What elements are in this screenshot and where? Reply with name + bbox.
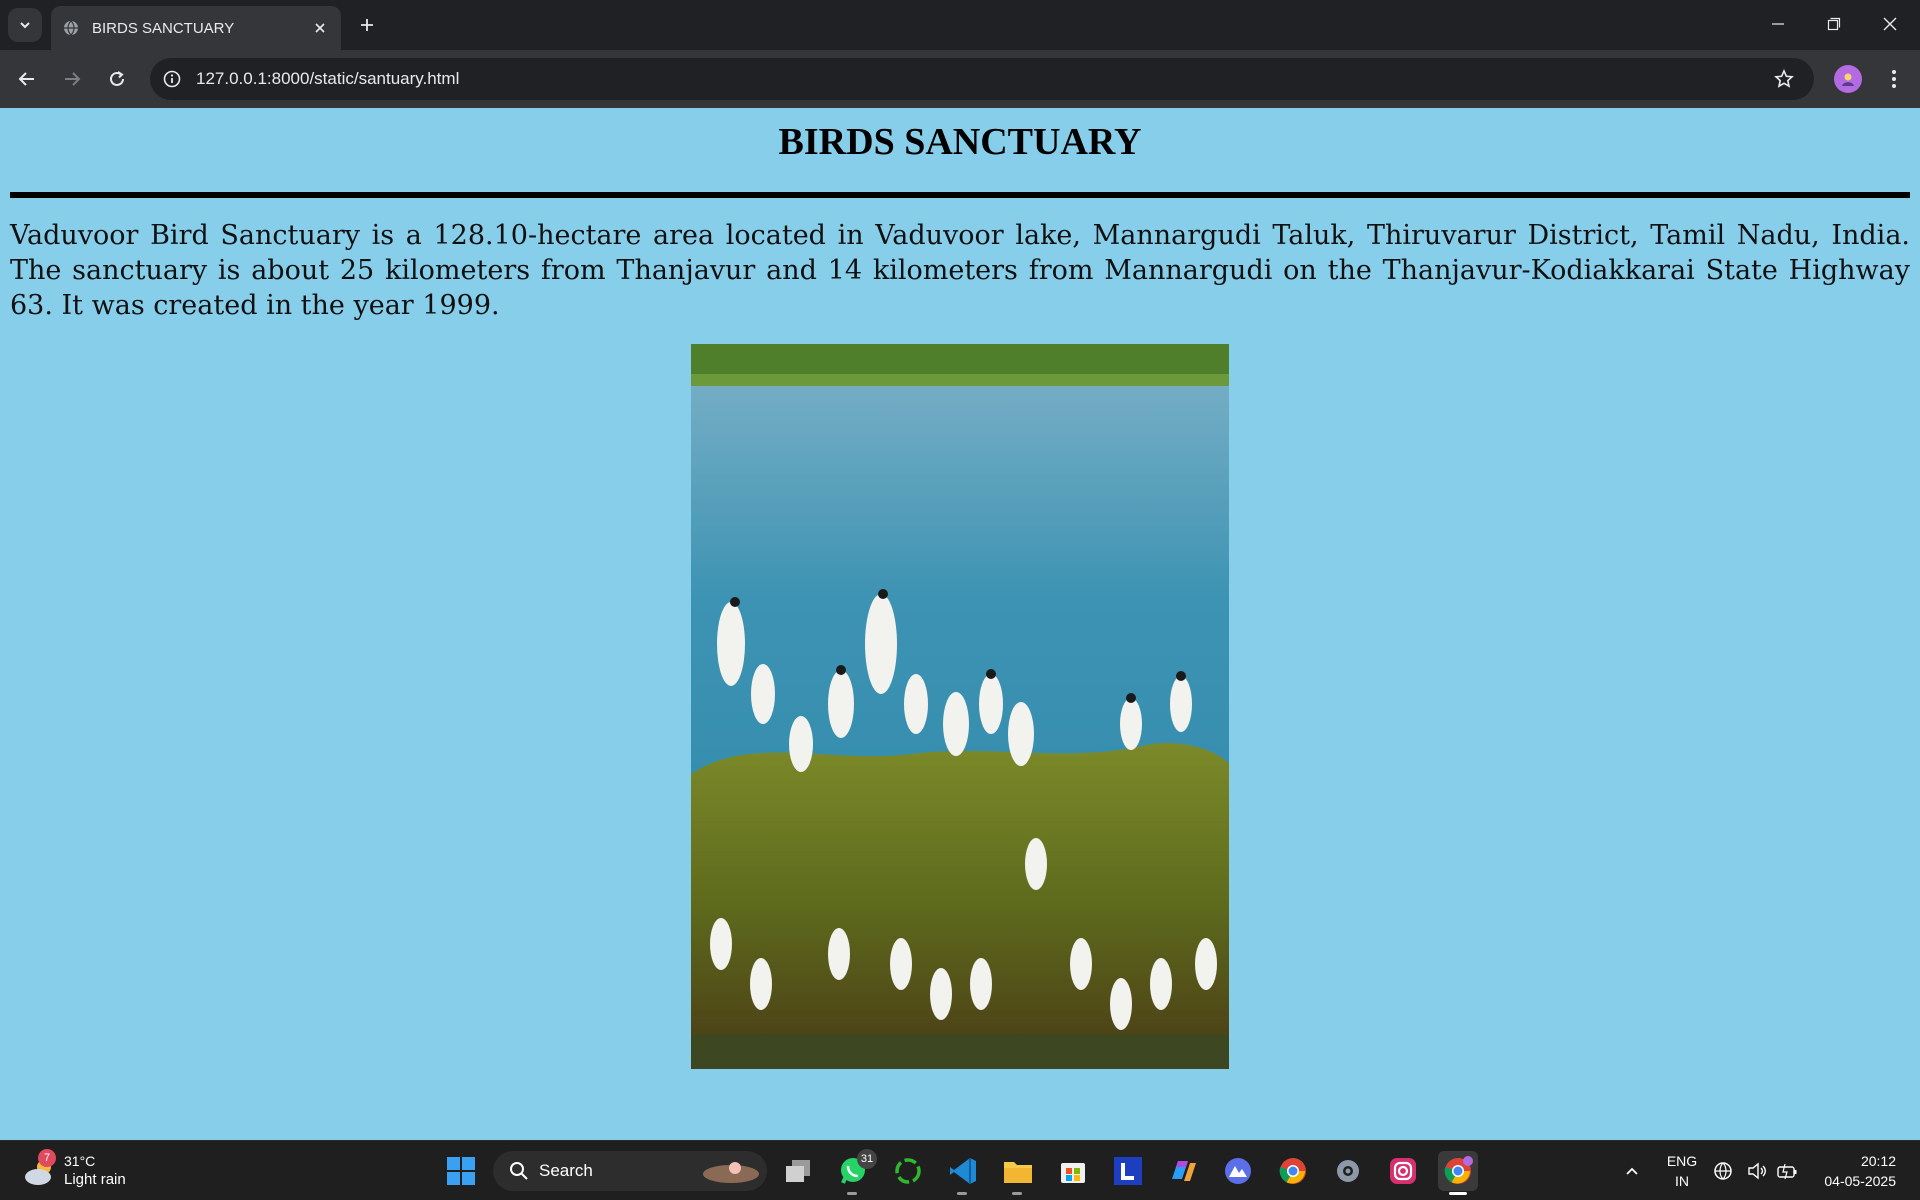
windows-logo-icon — [447, 1157, 475, 1185]
taskbar-settings[interactable] — [1328, 1151, 1368, 1191]
clock-date: 04-05-2025 — [1824, 1173, 1896, 1189]
circle-refresh-icon — [895, 1158, 921, 1184]
vscode-icon — [950, 1158, 976, 1184]
browser-toolbar: 127.0.0.1:8000/static/santuary.html — [0, 50, 1920, 108]
intro-paragraph: Vaduvoor Bird Sanctuary is a 128.10-hect… — [10, 220, 1910, 321]
taskbar-store[interactable] — [1053, 1151, 1093, 1191]
task-view-icon — [786, 1160, 810, 1182]
weather-widget[interactable]: 7 31°C Light rain — [20, 1149, 150, 1193]
plus-icon — [361, 19, 373, 31]
forward-button[interactable] — [56, 63, 88, 95]
site-info-icon[interactable] — [158, 65, 186, 93]
taskbar-chrome[interactable] — [1273, 1151, 1313, 1191]
language-indicator[interactable]: ENG IN — [1664, 1151, 1700, 1191]
running-indicator — [1012, 1192, 1022, 1195]
more-vertical-icon — [1892, 70, 1896, 88]
sanctuary-photo — [691, 344, 1229, 1069]
running-indicator — [847, 1192, 857, 1195]
network-tray[interactable] — [1710, 1151, 1736, 1191]
back-button[interactable] — [11, 63, 43, 95]
browser-menu-button[interactable] — [1878, 63, 1910, 95]
new-tab-button[interactable] — [352, 10, 382, 40]
close-tab-icon[interactable] — [309, 17, 331, 39]
gear-icon — [1337, 1160, 1359, 1182]
speaker-icon — [1748, 1162, 1766, 1180]
chevron-down-icon — [20, 22, 30, 29]
close-window-button[interactable] — [1862, 0, 1918, 48]
instagram-icon — [1390, 1158, 1416, 1184]
globe-icon — [62, 19, 80, 37]
reload-button[interactable] — [101, 63, 133, 95]
windows-taskbar: 7 31°C Light rain Search 31 ENG IN 20:12… — [0, 1140, 1920, 1200]
arrow-right-icon — [65, 72, 81, 86]
volume-tray[interactable] — [1744, 1151, 1770, 1191]
folder-icon — [1004, 1162, 1032, 1183]
taskbar-app-mountain[interactable] — [1218, 1151, 1258, 1191]
minimize-button[interactable] — [1750, 0, 1806, 48]
search-label: Search — [539, 1161, 593, 1180]
arrow-left-icon — [18, 72, 34, 86]
chrome-icon — [1279, 1158, 1306, 1184]
letter-l-icon — [1114, 1157, 1142, 1185]
taskbar-task-view[interactable] — [778, 1151, 818, 1191]
search-icon — [510, 1162, 528, 1180]
taskbar-file-explorer[interactable] — [998, 1151, 1038, 1195]
taskbar-instagram[interactable] — [1383, 1151, 1423, 1191]
chrome-profile-icon — [1444, 1156, 1473, 1184]
tab-title: BIRDS SANCTUARY — [92, 19, 235, 37]
web-page: BIRDS SANCTUARY Vaduvoor Bird Sanctuary … — [0, 108, 1920, 1140]
minimize-icon — [1772, 23, 1784, 25]
taskbar-search[interactable]: Search — [493, 1151, 767, 1191]
whatsapp-badge: 31 — [857, 1149, 877, 1169]
birds-lake-image — [691, 344, 1229, 1069]
tab-strip: BIRDS SANCTUARY — [0, 0, 1920, 50]
weather-temp: 31°C — [64, 1153, 96, 1169]
taskbar-whatsapp[interactable]: 31 — [833, 1149, 877, 1195]
lang-line1: ENG — [1666, 1153, 1698, 1169]
restore-icon — [1827, 17, 1841, 31]
system-clock[interactable]: 20:12 04-05-2025 — [1810, 1151, 1896, 1191]
globe-network-icon — [1714, 1162, 1732, 1180]
restore-button[interactable] — [1806, 0, 1862, 48]
lang-line2: IN — [1675, 1173, 1689, 1189]
search-highlight-icon — [703, 1162, 759, 1183]
reload-icon — [110, 71, 124, 86]
start-button[interactable] — [441, 1151, 481, 1191]
page-title: BIRDS SANCTUARY — [778, 121, 1142, 163]
mountain-app-icon — [1225, 1158, 1251, 1184]
close-icon — [1883, 17, 1897, 31]
taskbar-copilot[interactable] — [1163, 1151, 1203, 1191]
weather-desc: Light rain — [64, 1171, 126, 1188]
horizontal-rule — [10, 192, 1910, 198]
avatar-icon — [1842, 73, 1854, 86]
weather-badge: 7 — [38, 1149, 56, 1167]
chevron-up-icon — [1626, 1167, 1638, 1175]
battery-icon — [1777, 1163, 1797, 1180]
store-icon — [1061, 1163, 1085, 1183]
url-text[interactable]: 127.0.0.1:8000/static/santuary.html — [196, 69, 1768, 89]
battery-tray[interactable] — [1774, 1151, 1800, 1191]
copilot-icon — [1172, 1161, 1196, 1181]
running-indicator — [1449, 1192, 1467, 1195]
bookmark-star-icon[interactable] — [1768, 63, 1800, 95]
tab-search-button[interactable] — [8, 8, 42, 42]
show-hidden-icons-button[interactable] — [1612, 1151, 1652, 1191]
taskbar-vscode[interactable] — [943, 1151, 983, 1195]
taskbar-app-green[interactable] — [888, 1151, 928, 1191]
running-indicator — [957, 1192, 967, 1195]
clock-time: 20:12 — [1860, 1153, 1896, 1169]
taskbar-app-l[interactable] — [1108, 1151, 1148, 1191]
profile-avatar[interactable] — [1834, 65, 1862, 93]
active-tab[interactable]: BIRDS SANCTUARY — [51, 6, 341, 50]
address-bar[interactable]: 127.0.0.1:8000/static/santuary.html — [150, 58, 1814, 100]
taskbar-chrome-profile[interactable] — [1438, 1151, 1478, 1195]
